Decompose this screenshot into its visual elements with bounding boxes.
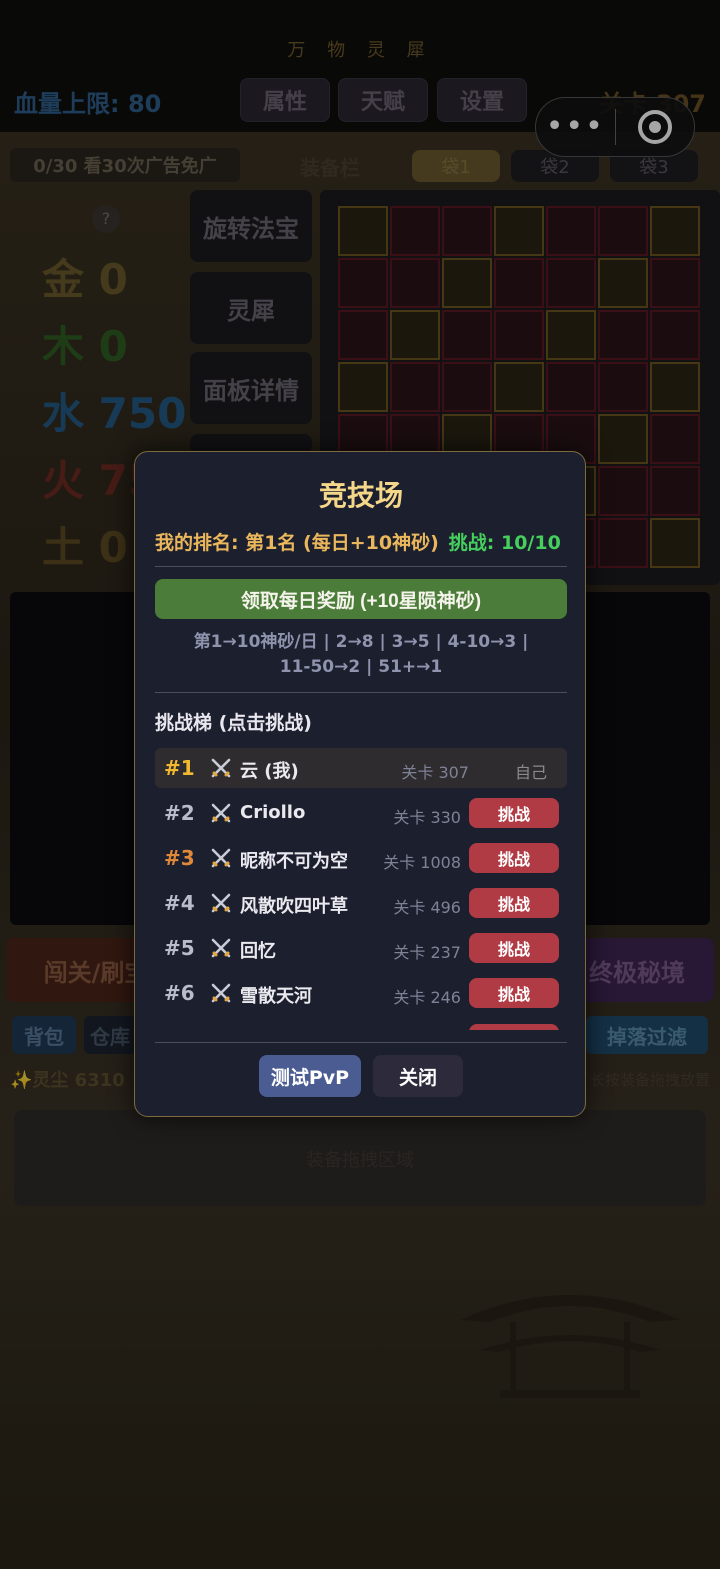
rank-number: #6 [164,981,195,1005]
self-tag: 自己 [514,763,547,782]
challenge-button[interactable]: 挑战 [469,978,559,1008]
player-name: 云 (我) [240,761,299,782]
rank-summary: 我的排名: 第1名 (每日+10神砂) 挑战: 10/10 [155,528,561,555]
ladder-row: #5 回忆 关卡 237 挑战 [155,928,567,968]
player-name: Criollo [240,802,306,823]
rank-number: #5 [164,936,195,960]
crossed-swords-icon [211,758,231,778]
player-name: 风散吹四叶草 [240,896,348,917]
player-name: 雪散天河 [240,986,312,1007]
crossed-swords-icon [211,938,231,958]
player-level: 关卡 246 [393,988,461,1007]
player-level: 关卡 237 [393,943,461,962]
claim-daily-reward-button[interactable]: 领取每日奖励 (+10星陨神砂) [155,579,567,619]
rank-number: #2 [164,801,195,825]
challenge-button[interactable]: 挑战 [469,798,559,828]
crossed-swords-icon [211,803,231,823]
reward-info-line: 第1→10神砂/日 | 2→8 | 3→5 | 4-10→3 | [193,632,529,652]
divider [155,566,567,567]
ladder-row: #2 Criollo 关卡 330 挑战 [155,793,567,833]
ladder-row: #3 昵称不可为空 关卡 1008 挑战 [155,838,567,878]
challenge-button[interactable]: 挑战 [469,843,559,873]
rank-number: #3 [164,846,195,870]
reward-info: 第1→10神砂/日 | 2→8 | 3→5 | 4-10→3 | 11-50→2… [155,630,567,680]
arena-modal: 竞技场 我的排名: 第1名 (每日+10神砂) 挑战: 10/10 领取每日奖励 … [134,451,586,1117]
ladder-title: 挑战梯 (点击挑战) [155,712,312,734]
player-name: 昵称不可为空 [240,851,348,872]
arena-title: 竞技场 [318,479,403,512]
player-level: 关卡 307 [401,763,469,782]
ladder-row-self: #1 云 (我) 关卡 307 自己 [155,748,567,788]
crossed-swords-icon [211,848,231,868]
player-level: 关卡 330 [393,808,461,827]
ladder-row: #6 雪散天河 关卡 246 挑战 [155,973,567,1013]
rank-number: #4 [164,891,195,915]
test-pvp-button[interactable]: 测试PvP [259,1055,361,1097]
challenge-button-partial[interactable] [469,1024,559,1030]
challenge-ladder[interactable]: #1 云 (我) 关卡 307 自己 #2 Criollo 关卡 330 挑战 … [155,748,567,1030]
player-level: 关卡 1008 [383,853,461,872]
crossed-swords-icon [211,983,231,1003]
divider [155,692,567,693]
challenge-button[interactable]: 挑战 [469,933,559,963]
reward-info-line: 11-50→2 | 51+→1 [279,657,443,677]
crossed-swords-icon [211,893,231,913]
ladder-row: #4 风散吹四叶草 关卡 496 挑战 [155,883,567,923]
my-rank: 我的排名: 第1名 (每日+10神砂) [155,532,439,554]
challenge-count: 挑战: 10/10 [448,532,561,554]
rank-number: #1 [164,756,195,780]
close-button[interactable]: 关闭 [373,1055,463,1097]
divider [155,1042,567,1043]
player-name: 回忆 [240,941,276,962]
player-level: 关卡 496 [393,898,461,917]
challenge-button[interactable]: 挑战 [469,888,559,918]
